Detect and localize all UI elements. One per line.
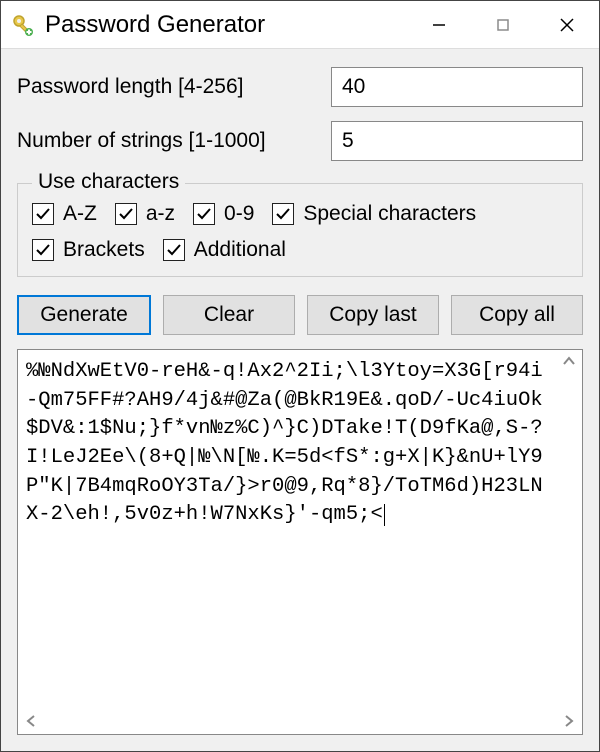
checkbox-brackets[interactable]: Brackets: [32, 238, 145, 262]
password-length-row: Password length [4-256]: [17, 67, 583, 107]
checkbox-additional[interactable]: Additional: [163, 238, 286, 262]
checkmark-icon: [115, 203, 137, 225]
clear-button[interactable]: Clear: [163, 295, 295, 335]
window-title: Password Generator: [45, 11, 407, 39]
checkbox-label: a-z: [146, 202, 175, 226]
use-characters-legend: Use characters: [32, 170, 185, 194]
window-controls: [407, 1, 599, 48]
checkbox-label: Additional: [194, 238, 286, 262]
checkmark-icon: [32, 203, 54, 225]
checkbox-az-lower[interactable]: a-z: [115, 202, 175, 226]
checkmark-icon: [193, 203, 215, 225]
checkmark-icon: [163, 239, 185, 261]
checkbox-az-upper[interactable]: A-Z: [32, 202, 97, 226]
maximize-button[interactable]: [471, 1, 535, 48]
output-text[interactable]: %№NdXwEtV0-reH&-q!Ax2^2Ii;\l3Ytoy=X3G[r9…: [18, 350, 582, 710]
close-button[interactable]: [535, 1, 599, 48]
checkbox-grid: A-Z a-z 0-9: [32, 202, 568, 262]
key-icon: [11, 13, 35, 37]
minimize-button[interactable]: [407, 1, 471, 48]
string-count-input[interactable]: [331, 121, 583, 161]
checkbox-label: 0-9: [224, 202, 254, 226]
password-length-input[interactable]: [331, 67, 583, 107]
checkbox-label: Brackets: [63, 238, 145, 262]
generate-button[interactable]: Generate: [17, 295, 151, 335]
title-bar: Password Generator: [1, 1, 599, 49]
horizontal-scrollbar[interactable]: [18, 710, 582, 734]
app-window: Password Generator Password length [4-25…: [0, 0, 600, 752]
checkmark-icon: [272, 203, 294, 225]
use-characters-group: Use characters A-Z a-z: [17, 183, 583, 277]
text-caret-icon: [384, 504, 385, 526]
string-count-row: Number of strings [1-1000]: [17, 121, 583, 161]
output-content: %№NdXwEtV0-reH&-q!Ax2^2Ii;\l3Ytoy=X3G[r9…: [26, 360, 543, 526]
output-area[interactable]: %№NdXwEtV0-reH&-q!Ax2^2Ii;\l3Ytoy=X3G[r9…: [17, 349, 583, 735]
checkmark-icon: [32, 239, 54, 261]
copy-last-button[interactable]: Copy last: [307, 295, 439, 335]
checkbox-label: A-Z: [63, 202, 97, 226]
scroll-right-icon[interactable]: [562, 711, 576, 734]
checkbox-digits[interactable]: 0-9: [193, 202, 254, 226]
client-area: Password length [4-256] Number of string…: [1, 49, 599, 751]
scroll-up-icon[interactable]: [558, 354, 580, 368]
copy-all-button[interactable]: Copy all: [451, 295, 583, 335]
scroll-left-icon[interactable]: [24, 711, 38, 734]
checkbox-special[interactable]: Special characters: [272, 202, 476, 226]
password-length-label: Password length [4-256]: [17, 75, 331, 99]
string-count-label: Number of strings [1-1000]: [17, 129, 331, 153]
checkbox-label: Special characters: [303, 202, 476, 226]
button-row: Generate Clear Copy last Copy all: [17, 295, 583, 335]
